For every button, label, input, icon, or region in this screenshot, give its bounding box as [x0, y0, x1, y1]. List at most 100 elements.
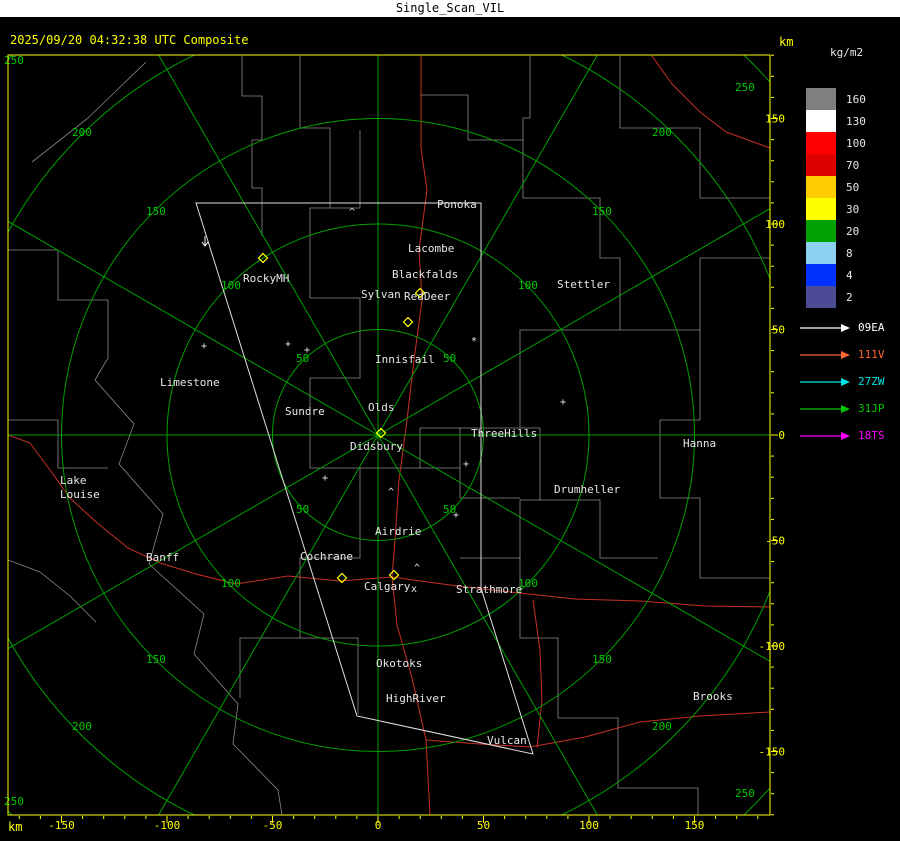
track-id-label: 31JP: [858, 402, 885, 415]
range-ring-label: 200: [652, 720, 672, 733]
city-label: Sundre: [285, 405, 325, 418]
legend-scale-row: 130: [806, 110, 866, 132]
range-ring-label: 200: [652, 126, 672, 139]
point-marker-plus-icon: +: [463, 459, 469, 470]
city-label: RockyMH: [243, 272, 289, 285]
track-legend-row: 31JP: [798, 395, 885, 422]
legend-color-swatch: [806, 132, 836, 154]
range-ring-label: 150: [592, 205, 612, 218]
track-legend-row: 111V: [798, 341, 885, 368]
city-label: Lake: [60, 474, 87, 487]
range-ring-label: 200: [72, 126, 92, 139]
point-marker-caret-icon: ^: [388, 487, 394, 498]
point-marker-plus-icon: +: [304, 345, 310, 356]
city-label: Okotoks: [376, 657, 422, 670]
legend-color-swatch: [806, 176, 836, 198]
point-marker-asterisk-icon: *: [471, 336, 477, 347]
track-id-label: 18TS: [858, 429, 885, 442]
boundary-path: [619, 56, 770, 199]
legend-color-swatch: [806, 242, 836, 264]
legend-scale-value: 2: [846, 290, 853, 304]
legend-color-swatch: [806, 220, 836, 242]
point-marker-caret-icon: ^: [349, 207, 355, 218]
range-ring-label: 200: [72, 720, 92, 733]
city-label: Cochrane: [300, 550, 353, 563]
city-label: Strathmore: [456, 583, 522, 596]
legend-scale-row: 50: [806, 176, 866, 198]
point-marker-plus-icon: +: [285, 339, 291, 350]
legend-color-swatch: [806, 88, 836, 110]
track-legend-row: 09EA: [798, 314, 885, 341]
boundary-path: [620, 257, 770, 331]
range-ring-label: 250: [735, 787, 755, 800]
range-ring-label: 250: [4, 795, 24, 808]
legend-color-swatch: [806, 286, 836, 308]
legend-scale-value: 70: [846, 158, 860, 172]
range-rings-layer: [8, 55, 770, 815]
legend-color-swatch: [806, 264, 836, 286]
legend-scale-row: 2: [806, 286, 866, 308]
city-label: Banff: [146, 551, 179, 564]
city-label: Louise: [60, 488, 100, 501]
range-ring-label: 150: [146, 653, 166, 666]
legend-scale-value: 100: [846, 136, 866, 150]
scan-sector-outline: [195, 202, 534, 755]
range-ring-label: 250: [4, 54, 24, 67]
city-label: Hanna: [683, 437, 716, 450]
legend-color-swatch: [806, 110, 836, 132]
city-label: Innisfail: [375, 353, 435, 366]
city-label: Brooks: [693, 690, 733, 703]
boundary-path: [299, 56, 331, 298]
point-marker-plus-icon: +: [322, 473, 328, 484]
legend-scale-value: 160: [846, 92, 866, 106]
range-ring-label: 100: [221, 279, 241, 292]
city-label: Olds: [368, 401, 395, 414]
legend-scale-row: 70: [806, 154, 866, 176]
range-ring: [8, 55, 770, 815]
boundary-path: [94, 379, 283, 815]
legend-scale-row: 8: [806, 242, 866, 264]
city-label: Drumheller: [554, 483, 621, 496]
track-id-label: 09EA: [858, 321, 885, 334]
road-path: [532, 599, 543, 749]
legend-scale-row: 20: [806, 220, 866, 242]
legend-scale-value: 8: [846, 246, 853, 260]
point-marker-caret-icon: ^: [414, 563, 420, 574]
legend-scale-row: 4: [806, 264, 866, 286]
boundary-path: [420, 94, 523, 141]
azimuth-radials-layer: [8, 55, 770, 815]
range-ring-label: 150: [146, 205, 166, 218]
range-ring-label: 50: [443, 352, 456, 365]
city-label: ThreeHills: [471, 427, 537, 440]
track-legend-row: 18TS: [798, 422, 885, 449]
range-ring-label: 100: [518, 279, 538, 292]
city-label: HighRiver: [386, 692, 446, 705]
city-label: Didsbury: [350, 440, 403, 453]
point-marker-plus-icon: +: [560, 397, 566, 408]
legend-scale-row: 30: [806, 198, 866, 220]
legend-scale-value: 130: [846, 114, 866, 128]
legend-color-swatch: [806, 154, 836, 176]
range-ring: [8, 55, 770, 815]
legend-scale-row: 160: [806, 88, 866, 110]
storm-track-legend: 09EA 111V 27ZW 31JP 18TS: [798, 314, 885, 449]
legend-scale-value: 20: [846, 224, 860, 238]
axis-label-right: 0: [778, 429, 785, 442]
boundary-path: [8, 249, 109, 381]
boundary-path: [8, 559, 97, 623]
range-ring-label: 100: [221, 577, 241, 590]
radar-map-canvas: 2502001501005025020015010050501001502002…: [4, 54, 785, 832]
boundary-path: [239, 637, 300, 698]
legend-scale-row: 100: [806, 132, 866, 154]
color-scale-legend: 160 130 100 70 50 30 20 8 4 2: [806, 88, 866, 308]
track-arrow-icon: [800, 404, 850, 413]
track-arrow-icon: [800, 377, 850, 386]
legend-color-swatch: [806, 198, 836, 220]
city-label: Vulcan: [487, 734, 527, 747]
legend-scale-value: 30: [846, 202, 860, 216]
boundary-path: [540, 499, 658, 559]
city-label: Limestone: [160, 376, 220, 389]
city-label: Blackfalds: [392, 268, 458, 281]
track-legend-row: 27ZW: [798, 368, 885, 395]
city-label: Lacombe: [408, 242, 454, 255]
